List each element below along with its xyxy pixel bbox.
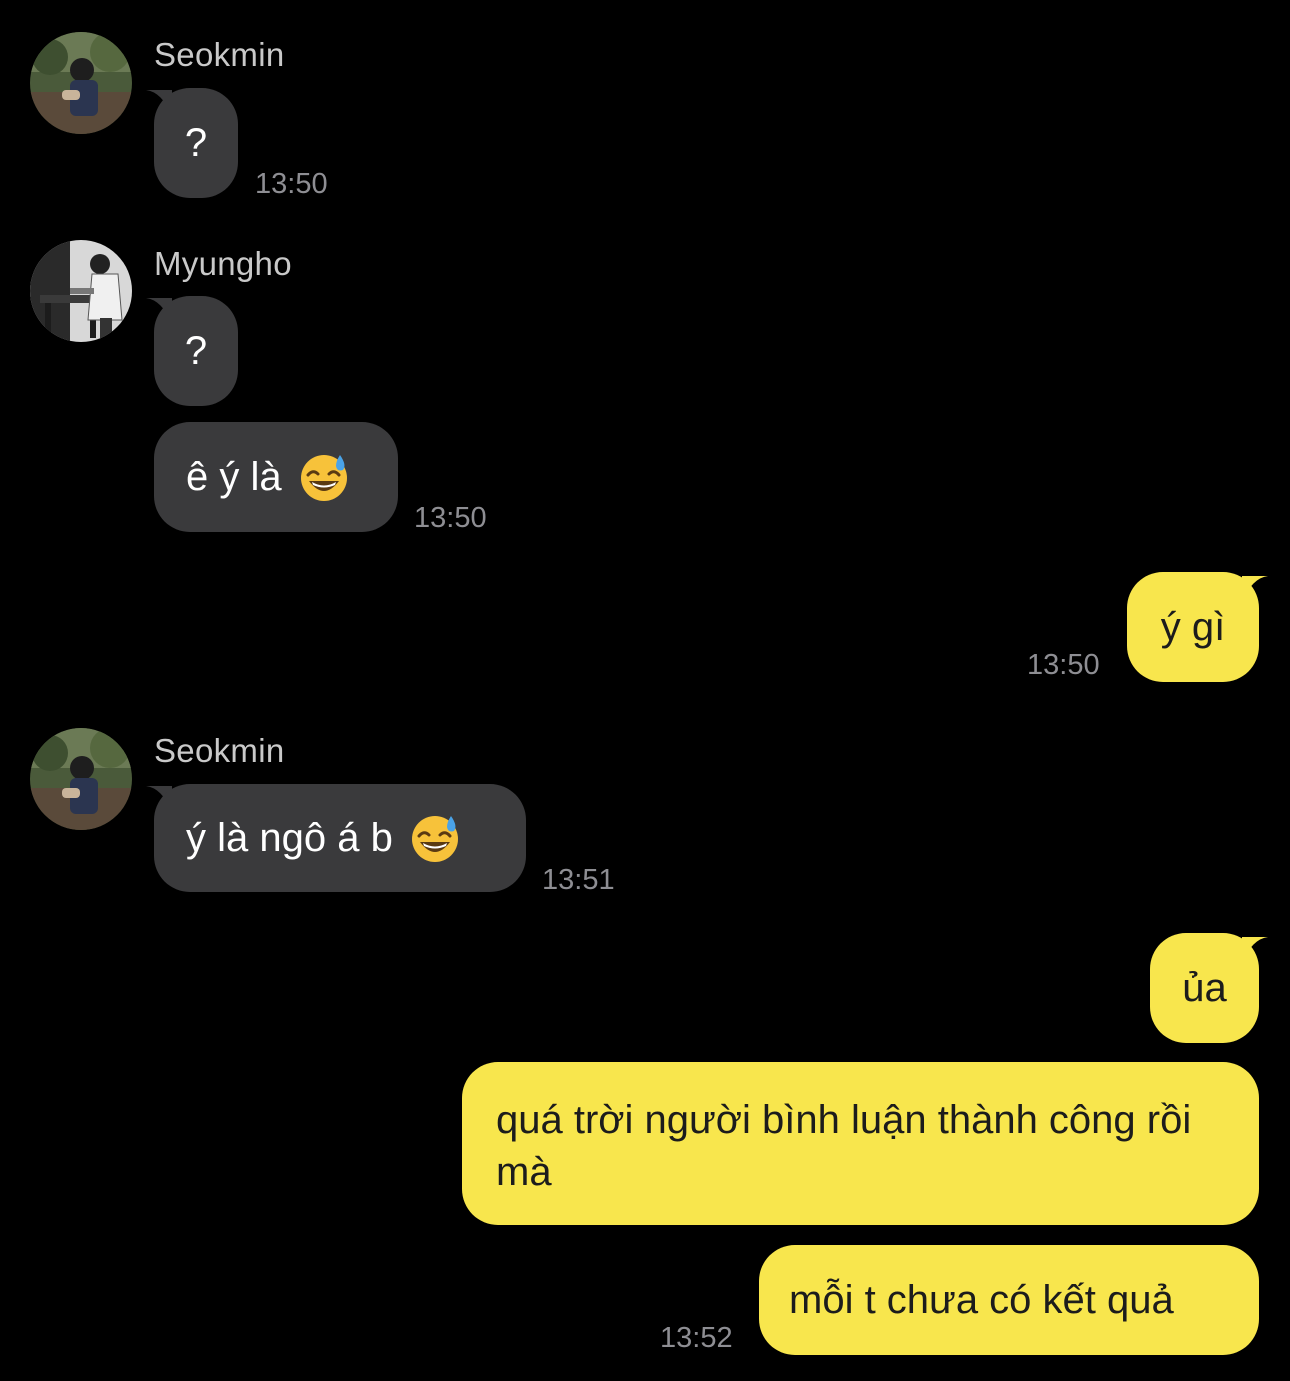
message-timestamp: 13:50 <box>1027 649 1100 681</box>
myungho-avatar[interactable] <box>30 240 132 342</box>
sender-name: Seokmin <box>154 732 285 769</box>
message-bubble[interactable]: quá trời người bình luận thành công rồi … <box>462 1062 1259 1225</box>
message-bubble[interactable]: ? <box>154 296 238 406</box>
seokmin-avatar[interactable] <box>30 728 132 830</box>
grinning-sweat-emoji-icon <box>409 812 461 864</box>
seokmin-avatar[interactable] <box>30 32 132 134</box>
message-timestamp: 13:50 <box>255 168 328 200</box>
message-text: ủa <box>1182 966 1227 1010</box>
sender-name: Seokmin <box>154 36 285 73</box>
avatar-photo-icon <box>30 32 132 134</box>
message-text: ê ý là <box>186 455 282 499</box>
message-text: ? <box>184 121 208 165</box>
message-text: quá trời người bình luận thành công rồi … <box>496 1098 1192 1194</box>
avatar-photo-icon <box>30 728 132 830</box>
message-text: mỗi t chưa có kết quả <box>789 1278 1174 1322</box>
message-bubble[interactable]: ủa <box>1150 933 1259 1043</box>
message-bubble[interactable]: ê ý là <box>154 422 398 532</box>
message-bubble[interactable]: ? <box>154 88 238 198</box>
avatar-photo-icon <box>30 240 132 342</box>
message-timestamp: 13:51 <box>542 864 615 896</box>
message-text: ? <box>184 329 208 373</box>
message-text: ý gì <box>1160 605 1226 649</box>
message-bubble[interactable]: ý gì <box>1127 572 1259 682</box>
message-text: ý là ngô á b <box>186 816 393 860</box>
message-timestamp: 13:52 <box>660 1322 733 1354</box>
message-timestamp: 13:50 <box>414 502 487 534</box>
message-bubble[interactable]: ý là ngô á b <box>154 784 526 892</box>
message-bubble[interactable]: mỗi t chưa có kết quả <box>759 1245 1259 1355</box>
sender-name: Myungho <box>154 245 292 282</box>
grinning-sweat-emoji-icon <box>298 451 350 503</box>
